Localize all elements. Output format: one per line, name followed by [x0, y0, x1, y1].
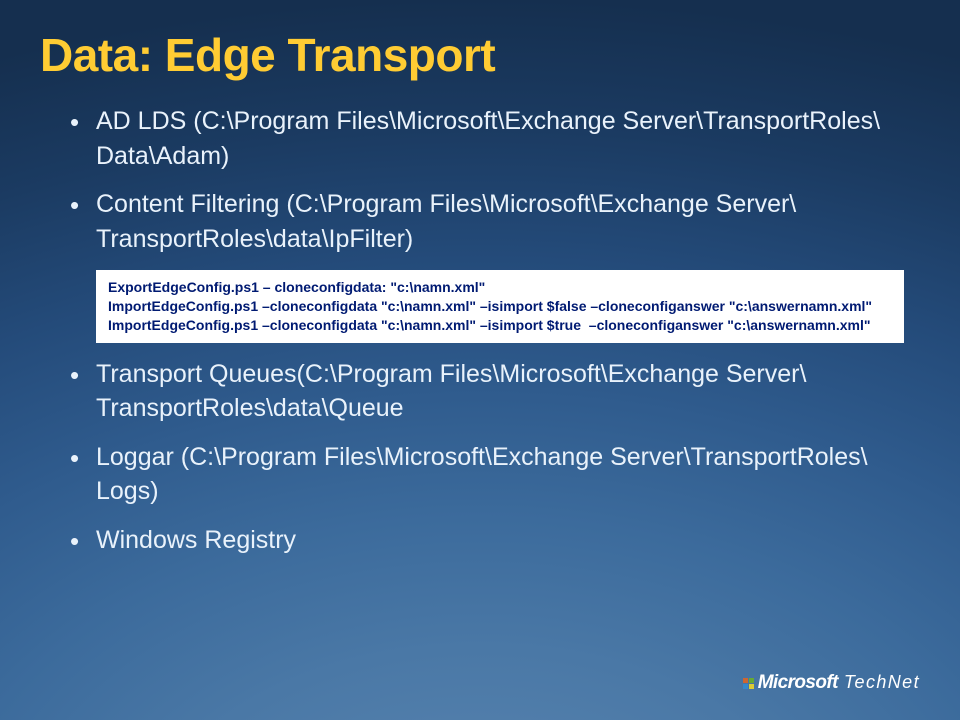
bullet-item-windows-registry: Windows Registry: [70, 523, 910, 558]
windows-flag-icon: [743, 678, 754, 689]
bullet-item-adlds: AD LDS (C:\Program Files\Microsoft\Excha…: [70, 104, 910, 173]
code-box: ExportEdgeConfig.ps1 – cloneconfigdata: …: [96, 270, 904, 343]
bullet-item-content-filtering: Content Filtering (C:\Program Files\Micr…: [70, 187, 910, 256]
microsoft-technet-logo: Microsoft TechNet: [758, 672, 920, 694]
slide-title: Data: Edge Transport: [40, 28, 920, 82]
footer-logo: Microsoft TechNet: [743, 672, 920, 694]
bullet-list: AD LDS (C:\Program Files\Microsoft\Excha…: [40, 104, 920, 256]
logo-brand-bold: Microsoft: [758, 672, 838, 694]
logo-brand-light: TechNet: [844, 672, 920, 693]
slide: Data: Edge Transport AD LDS (C:\Program …: [0, 0, 960, 720]
bullet-list-continued: Transport Queues(C:\Program Files\Micros…: [40, 357, 920, 558]
bullet-item-loggar: Loggar (C:\Program Files\Microsoft\Excha…: [70, 440, 910, 509]
bullet-item-transport-queues: Transport Queues(C:\Program Files\Micros…: [70, 357, 910, 426]
